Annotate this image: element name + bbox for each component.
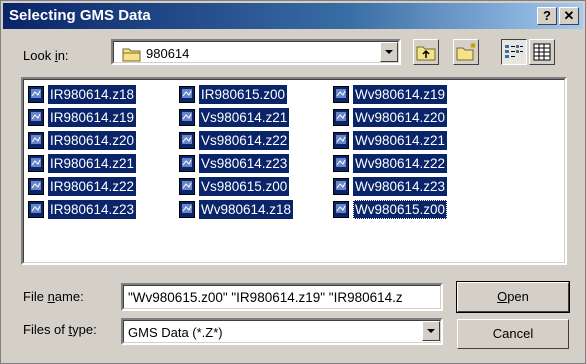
open-button[interactable]: Open <box>457 282 569 312</box>
list-view-icon <box>505 45 523 58</box>
file-list-item-name: Wv980614.z21 <box>353 131 448 150</box>
dialog-window: Selecting GMS Data ? ✕ Look in: 980614 I… <box>0 0 586 364</box>
file-list-item-name: Vs980614.z23 <box>199 154 290 173</box>
file-icon <box>28 86 44 103</box>
file-list-item-name: IR980614.z19 <box>48 108 137 127</box>
file-list-item-name: IR980614.z22 <box>48 177 137 196</box>
file-icon <box>28 132 44 149</box>
file-name-value: "Wv980615.z00" "IR980614.z19" "IR980614.… <box>128 290 403 305</box>
file-icon <box>333 132 349 149</box>
file-icon <box>179 109 195 126</box>
up-one-level-button[interactable] <box>413 39 439 65</box>
file-icon <box>333 109 349 126</box>
close-button[interactable]: ✕ <box>559 7 579 25</box>
cancel-button[interactable]: Cancel <box>457 319 569 349</box>
file-icon <box>333 178 349 195</box>
file-name-label-prefix: File <box>23 289 48 304</box>
file-icon <box>28 178 44 195</box>
look-in-dropdown[interactable]: 980614 <box>111 39 401 65</box>
details-view-button[interactable] <box>529 39 555 65</box>
file-icon <box>333 86 349 103</box>
file-icon <box>333 155 349 172</box>
open-button-accel: O <box>497 289 508 304</box>
window-title: Selecting GMS Data <box>9 7 151 24</box>
look-in-label-prefix: Look <box>23 48 55 63</box>
file-list-item-name: Wv980614.z19 <box>353 85 448 104</box>
file-list-item-name: IR980614.z20 <box>48 131 137 150</box>
file-list-item-name: Wv980614.z20 <box>353 108 448 127</box>
file-type-label: Files of type: <box>23 322 97 337</box>
file-name-label-accel: n <box>47 289 55 304</box>
details-view-icon <box>533 43 551 61</box>
file-list-item-name: IR980615.z00 <box>199 85 288 104</box>
new-folder-icon <box>456 43 476 61</box>
file-type-dropdown-button[interactable] <box>422 321 440 341</box>
file-icon <box>179 132 195 149</box>
file-list-item-name: Vs980615.z00 <box>199 177 290 196</box>
file-name-label-suffix: ame: <box>54 289 84 304</box>
folder-icon <box>122 46 142 65</box>
look-in-value: 980614 <box>146 46 190 61</box>
look-in-label: Look in: <box>23 48 69 63</box>
chevron-down-icon <box>385 50 393 54</box>
file-list-item-name: Wv980614.z18 <box>199 200 294 219</box>
file-list-item-name: IR980614.z21 <box>48 154 137 173</box>
file-list-item-name: Wv980614.z23 <box>353 177 448 196</box>
file-type-dropdown[interactable]: GMS Data (*.Z*) <box>121 318 443 345</box>
file-icon <box>28 155 44 172</box>
file-icon <box>333 201 349 218</box>
file-type-label-suffix: ype: <box>72 322 97 337</box>
file-type-label-prefix: Files of <box>23 322 69 337</box>
file-list-item-name: Wv980615.z00 <box>353 200 448 219</box>
file-list-item-name: Vs980614.z22 <box>199 131 290 150</box>
file-icon <box>179 201 195 218</box>
title-bar[interactable]: Selecting GMS Data ? ✕ <box>3 3 583 29</box>
file-type-value: GMS Data (*.Z*) <box>128 325 223 340</box>
file-icon <box>28 109 44 126</box>
create-new-folder-button[interactable] <box>453 39 479 65</box>
file-list-item-name: Wv980614.z22 <box>353 154 448 173</box>
chevron-down-icon <box>427 329 435 333</box>
file-icon <box>179 86 195 103</box>
file-icon <box>179 155 195 172</box>
file-name-input[interactable]: "Wv980615.z00" "IR980614.z19" "IR980614.… <box>121 283 443 311</box>
file-icon <box>28 201 44 218</box>
file-list-item-name: Vs980614.z21 <box>199 108 290 127</box>
up-folder-icon <box>416 46 436 61</box>
file-icon <box>179 178 195 195</box>
help-button[interactable]: ? <box>537 7 557 25</box>
file-list-item-name: IR980614.z18 <box>48 85 137 104</box>
file-name-label: File name: <box>23 289 84 304</box>
open-button-label: pen <box>507 289 529 304</box>
file-list[interactable]: IR980614.z18 IR980614.z19 IR980614.z20 IR98… <box>21 77 567 265</box>
file-list-item-name: IR980614.z23 <box>48 200 137 219</box>
look-in-label-suffix: n: <box>57 48 69 63</box>
look-in-dropdown-button[interactable] <box>380 42 398 62</box>
list-view-button[interactable] <box>501 39 527 65</box>
